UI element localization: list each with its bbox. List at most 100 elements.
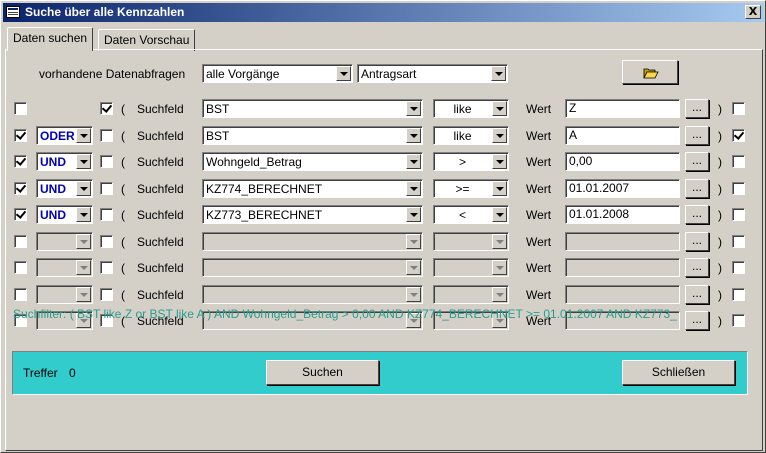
- group-checkbox[interactable]: [100, 129, 113, 142]
- field-select[interactable]: BST: [202, 126, 423, 145]
- comparator-select[interactable]: [433, 285, 509, 304]
- comparator-select[interactable]: like: [433, 126, 509, 145]
- group-checkbox[interactable]: [100, 182, 113, 195]
- value-input[interactable]: Z: [565, 99, 680, 118]
- saved-query-select[interactable]: alle Vorgänge: [202, 64, 353, 83]
- chevron-down-icon[interactable]: [336, 66, 351, 81]
- value-input[interactable]: [565, 285, 680, 304]
- value-picker-button[interactable]: ...: [685, 232, 709, 251]
- group-end-checkbox[interactable]: [732, 182, 745, 195]
- group-end-checkbox[interactable]: [732, 235, 745, 248]
- value-input[interactable]: 01.01.2007: [565, 179, 680, 198]
- comparator-select[interactable]: like: [433, 99, 509, 118]
- field-select[interactable]: [202, 232, 423, 251]
- operator-select[interactable]: UND: [36, 179, 93, 198]
- operator-select[interactable]: ODER: [36, 126, 93, 145]
- row-enable-checkbox[interactable]: [14, 261, 27, 274]
- comparator-select[interactable]: >: [433, 152, 509, 171]
- chevron-down-icon[interactable]: [76, 154, 91, 169]
- chevron-down-icon[interactable]: [76, 181, 91, 196]
- value-input[interactable]: 0,00: [565, 152, 680, 171]
- value-input[interactable]: 01.01.2008: [565, 205, 680, 224]
- chevron-down-icon[interactable]: [76, 287, 91, 302]
- operator-select[interactable]: [36, 232, 93, 251]
- group-checkbox[interactable]: [100, 102, 113, 115]
- group-end-checkbox[interactable]: [732, 208, 745, 221]
- chevron-down-icon[interactable]: [492, 128, 507, 143]
- field-select[interactable]: BST: [202, 99, 423, 118]
- row-enable-checkbox[interactable]: [14, 182, 27, 195]
- row-enable-checkbox[interactable]: [14, 235, 27, 248]
- value-picker-button[interactable]: ...: [685, 258, 709, 277]
- chevron-down-icon[interactable]: [406, 234, 421, 249]
- chevron-down-icon[interactable]: [492, 181, 507, 196]
- group-end-checkbox[interactable]: [732, 288, 745, 301]
- value-picker-button[interactable]: ...: [685, 205, 709, 224]
- chevron-down-icon[interactable]: [492, 287, 507, 302]
- chevron-down-icon[interactable]: [76, 260, 91, 275]
- group-checkbox[interactable]: [100, 288, 113, 301]
- comparator-select[interactable]: <: [433, 205, 509, 224]
- close-button[interactable]: Schließen: [622, 360, 735, 385]
- search-button[interactable]: Suchen: [266, 360, 379, 385]
- tab-daten-suchen[interactable]: Daten suchen: [7, 27, 94, 51]
- comparator-select[interactable]: [433, 258, 509, 277]
- group-checkbox[interactable]: [100, 235, 113, 248]
- chevron-down-icon[interactable]: [76, 207, 91, 222]
- value-picker-button[interactable]: ...: [685, 126, 709, 145]
- chevron-down-icon[interactable]: [76, 128, 91, 143]
- field-select[interactable]: [202, 258, 423, 277]
- field-select[interactable]: KZ773_BERECHNET: [202, 205, 423, 224]
- group-end-checkbox[interactable]: [732, 155, 745, 168]
- field-value: BST: [206, 129, 230, 143]
- value-input[interactable]: [565, 232, 680, 251]
- row-enable-checkbox[interactable]: [14, 102, 27, 115]
- close-window-button[interactable]: X: [745, 5, 761, 19]
- value-picker-button[interactable]: ...: [685, 152, 709, 171]
- chevron-down-icon[interactable]: [406, 128, 421, 143]
- chevron-down-icon[interactable]: [492, 101, 507, 116]
- row-enable-checkbox[interactable]: [14, 208, 27, 221]
- group-checkbox[interactable]: [100, 155, 113, 168]
- field-select[interactable]: [202, 285, 423, 304]
- operator-select[interactable]: [36, 285, 93, 304]
- group-checkbox[interactable]: [100, 208, 113, 221]
- row-enable-checkbox[interactable]: [14, 129, 27, 142]
- tab-daten-vorschau[interactable]: Daten Vorschau: [98, 29, 196, 51]
- chevron-down-icon[interactable]: [406, 260, 421, 275]
- suchfeld-label: Suchfeld: [137, 155, 184, 169]
- comparator-select[interactable]: [433, 232, 509, 251]
- chevron-down-icon[interactable]: [406, 154, 421, 169]
- operator-select[interactable]: UND: [36, 205, 93, 224]
- field-select[interactable]: KZ774_BERECHNET: [202, 179, 423, 198]
- group-end-checkbox[interactable]: [732, 129, 745, 142]
- operator-select[interactable]: UND: [36, 152, 93, 171]
- query-type-select[interactable]: Antragsart: [357, 64, 508, 83]
- value-picker-button[interactable]: ...: [685, 285, 709, 304]
- value-picker-button[interactable]: ...: [685, 99, 709, 118]
- value-picker-button[interactable]: ...: [685, 179, 709, 198]
- group-checkbox[interactable]: [100, 261, 113, 274]
- group-end-checkbox[interactable]: [732, 261, 745, 274]
- chevron-down-icon[interactable]: [406, 207, 421, 222]
- chevron-down-icon[interactable]: [492, 154, 507, 169]
- open-query-button[interactable]: [622, 60, 678, 84]
- group-end-checkbox[interactable]: [732, 102, 745, 115]
- comparator-value: >=: [455, 182, 470, 196]
- chevron-down-icon[interactable]: [406, 101, 421, 116]
- value-input[interactable]: A: [565, 126, 680, 145]
- chevron-down-icon[interactable]: [492, 207, 507, 222]
- chevron-down-icon[interactable]: [492, 260, 507, 275]
- field-select[interactable]: Wohngeld_Betrag: [202, 152, 423, 171]
- chevron-down-icon[interactable]: [492, 234, 507, 249]
- value-input[interactable]: [565, 258, 680, 277]
- chevron-down-icon[interactable]: [406, 287, 421, 302]
- chevron-down-icon[interactable]: [491, 66, 506, 81]
- row-enable-checkbox[interactable]: [14, 155, 27, 168]
- row-enable-checkbox[interactable]: [14, 288, 27, 301]
- chevron-down-icon[interactable]: [76, 234, 91, 249]
- wert-label: Wert: [526, 235, 552, 249]
- chevron-down-icon[interactable]: [406, 181, 421, 196]
- operator-select[interactable]: [36, 258, 93, 277]
- comparator-select[interactable]: >=: [433, 179, 509, 198]
